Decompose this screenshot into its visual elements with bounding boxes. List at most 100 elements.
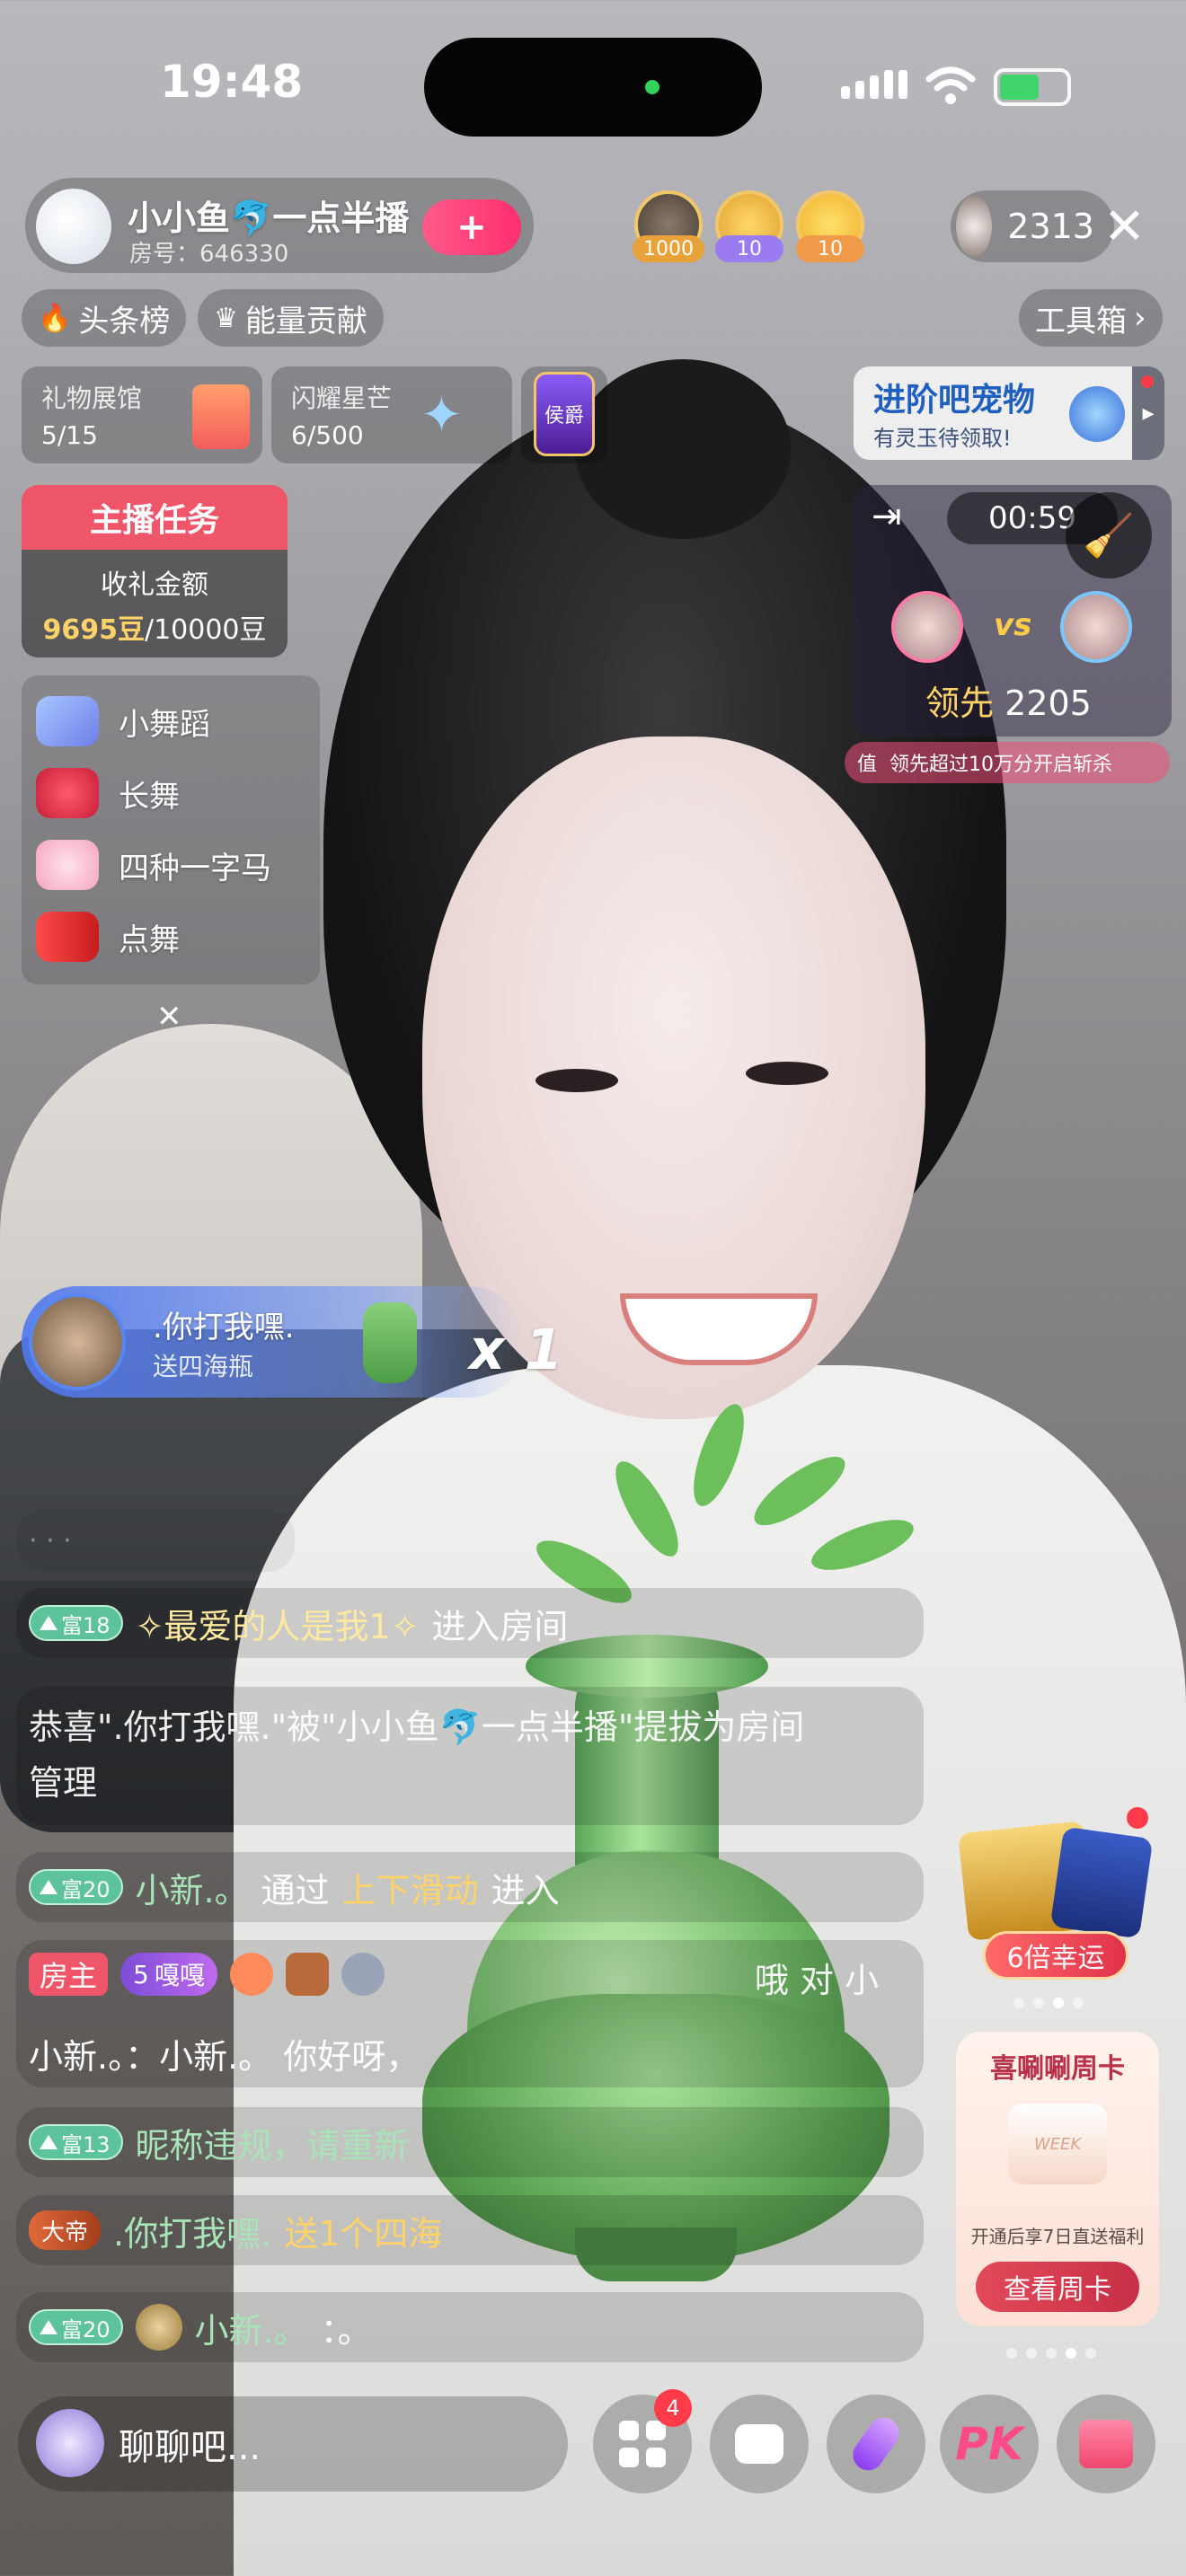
microphone-button[interactable]: [827, 2395, 925, 2493]
toolbox-label: 工具箱: [1035, 303, 1127, 340]
chat-message: 进入房间: [431, 1606, 569, 1646]
chat-row-system: 恭喜".你打我嘿."被"小小鱼🐬一点半播"提拔为房间管理: [16, 1687, 924, 1825]
streamer-eye-right: [746, 1062, 828, 1085]
dynamic-island: [424, 38, 762, 137]
chat-row[interactable]: 富18 ✧最爱的人是我1✧ 进入房间: [16, 1588, 924, 1658]
chat-message: 哦 对 小: [754, 1961, 879, 2000]
emperor-badge: 大帝: [29, 2210, 102, 2250]
plus-icon: +: [456, 207, 487, 248]
sparkle-avatar-icon[interactable]: [36, 2409, 104, 2477]
pk-icon: PK: [955, 2418, 1023, 2470]
sparkle-star-icon: ✦: [420, 386, 463, 445]
lucky-card-icon[interactable]: [1049, 1826, 1154, 1939]
pk-opponent-avatar[interactable]: [1060, 591, 1132, 663]
chat-row[interactable]: 富20 小新.。 通过 上下滑动 进入: [16, 1852, 924, 1922]
gifter-avatar[interactable]: [29, 1293, 126, 1390]
wifi-icon: [925, 66, 976, 104]
chat-message: 进入: [491, 1870, 560, 1910]
medal-icon: [135, 2304, 182, 2351]
list-item[interactable]: 点舞: [36, 905, 180, 968]
chat-highlight: 上下滑动: [341, 1870, 479, 1910]
pk-vs-label: vs: [994, 607, 1032, 643]
dance-crystal-icon: [36, 696, 99, 746]
battery-icon: [994, 68, 1071, 106]
chat-username[interactable]: 小新.。: [195, 2303, 308, 2352]
list-item[interactable]: 小舞蹈: [36, 690, 210, 753]
carousel-dots: [1006, 2348, 1096, 2359]
chat-row[interactable]: 大帝 .你打我嘿. 送1个四海: [16, 2195, 924, 2265]
close-icon[interactable]: ✕: [1103, 198, 1146, 256]
star-value: 6/500: [291, 420, 364, 450]
hexagon-medal-icon: [285, 1953, 329, 1996]
close-list-icon[interactable]: ✕: [156, 999, 182, 1035]
star-medal-icon: [341, 1953, 385, 1996]
chat-row-faded: · · ·: [16, 1509, 295, 1572]
follow-button[interactable]: +: [422, 199, 521, 255]
gift-hall-card[interactable]: 礼物展馆 5/15: [22, 366, 262, 463]
chat-message: 通过: [261, 1870, 330, 1910]
gift-icon: [1079, 2420, 1133, 2468]
chat-username[interactable]: .你打我嘿.: [113, 2206, 271, 2255]
chat-row-host[interactable]: 房主 5 嘎嘎 哦 对 小 小新.。：小新.。 你好呀，: [16, 1940, 924, 2087]
weekly-card-tag: WEEK: [1033, 2134, 1082, 2154]
marquis-badge-text: 侯爵: [544, 405, 584, 428]
chat-message: ：。: [320, 2310, 372, 2351]
wealth-level-text: 富20: [61, 2316, 111, 2342]
sports-car-icon: [36, 912, 99, 962]
fan-club-level: 5: [133, 1959, 149, 1989]
host-task-body[interactable]: 收礼金额 9695豆/10000豆: [22, 550, 288, 657]
weekly-card-promo[interactable]: 喜唰唰周卡 WEEK 开通后享7日直送福利 查看周卡: [956, 2032, 1159, 2326]
host-avatar[interactable]: [36, 189, 111, 264]
rank-badge-card[interactable]: 侯爵: [521, 366, 607, 463]
wealth-level-text: 富20: [61, 1876, 111, 1902]
headlines-chip[interactable]: 🔥 头条榜: [22, 289, 187, 347]
pk-host-avatar[interactable]: [891, 591, 963, 663]
star-label: 闪耀星芒: [291, 384, 393, 413]
viewer-badge: 1000: [633, 235, 704, 262]
gift-button[interactable]: [1057, 2395, 1155, 2493]
chevron-right-icon: ›: [1134, 300, 1146, 336]
microphone-icon: [846, 2412, 906, 2476]
energy-label: 能量贡献: [244, 303, 367, 340]
star-card[interactable]: 闪耀星芒 6/500 ✦: [271, 366, 512, 463]
task-label: 收礼金额: [101, 569, 208, 601]
vase-gift-icon: [363, 1302, 417, 1383]
chat-username[interactable]: 小新.。: [136, 1863, 249, 1912]
faded-chat-text: · · ·: [29, 1524, 72, 1557]
broom-icon[interactable]: 🧹: [1066, 492, 1152, 578]
chat-message: 小新.。：小新.。 你好呀，: [29, 2037, 420, 2077]
toolbox-chip[interactable]: 工具箱 ›: [1019, 289, 1163, 347]
wealth-level-text: 富18: [61, 1612, 111, 1638]
room-number: 房号：646330: [129, 241, 289, 268]
system-promotion-message: 恭喜".你打我嘿."被"小小鱼🐬一点半播"提拔为房间管理: [29, 1707, 805, 1803]
wealth-level-badge: 富20: [29, 2309, 123, 2345]
list-item[interactable]: 四种一字马: [36, 834, 271, 896]
energy-contribution-chip[interactable]: ♛ 能量贡献: [198, 289, 384, 347]
gift-multiplier: x 1: [469, 1317, 563, 1382]
chat-username[interactable]: ✧最爱的人是我1✧: [136, 1599, 420, 1648]
weekly-card-description: 开通后享7日直送福利: [970, 2226, 1145, 2247]
luck-multiplier-button[interactable]: 6倍幸运: [983, 1931, 1128, 1980]
chat-message: 昵称违规，请重新: [135, 2125, 409, 2166]
chat-row[interactable]: 富13 昵称违规，请重新: [16, 2107, 924, 2177]
pet-banner[interactable]: 进阶吧宠物 有灵玉待领取! ▸: [854, 366, 1164, 460]
chat-row[interactable]: 富20 小新.。 ：。: [16, 2292, 924, 2362]
pk-timer-value: 00:59: [988, 500, 1076, 536]
viewer-avatar: [956, 196, 992, 257]
exit-icon[interactable]: ⇥: [872, 496, 902, 537]
list-item-label: 四种一字马: [119, 850, 271, 887]
menu-badge: 4: [654, 2389, 692, 2427]
message-button[interactable]: [710, 2395, 809, 2493]
host-name: 小小鱼🐬一点半播: [128, 198, 410, 238]
pk-lead-value: 2205: [1005, 684, 1092, 723]
pk-button[interactable]: PK: [940, 2395, 1039, 2493]
status-time: 19:48: [160, 56, 304, 108]
wealth-level-badge: 富18: [29, 1605, 123, 1641]
view-weekly-card-button[interactable]: 查看周卡: [976, 2262, 1139, 2312]
streamer-eye-left: [535, 1069, 618, 1092]
list-item[interactable]: 长舞: [36, 762, 180, 825]
host-task-header[interactable]: 主播任务: [22, 485, 288, 550]
weekly-card-image: WEEK: [1008, 2104, 1107, 2184]
fan-club-name: 嘎嘎: [154, 1961, 205, 1990]
gifter-name: .你打我嘿.: [153, 1310, 295, 1345]
